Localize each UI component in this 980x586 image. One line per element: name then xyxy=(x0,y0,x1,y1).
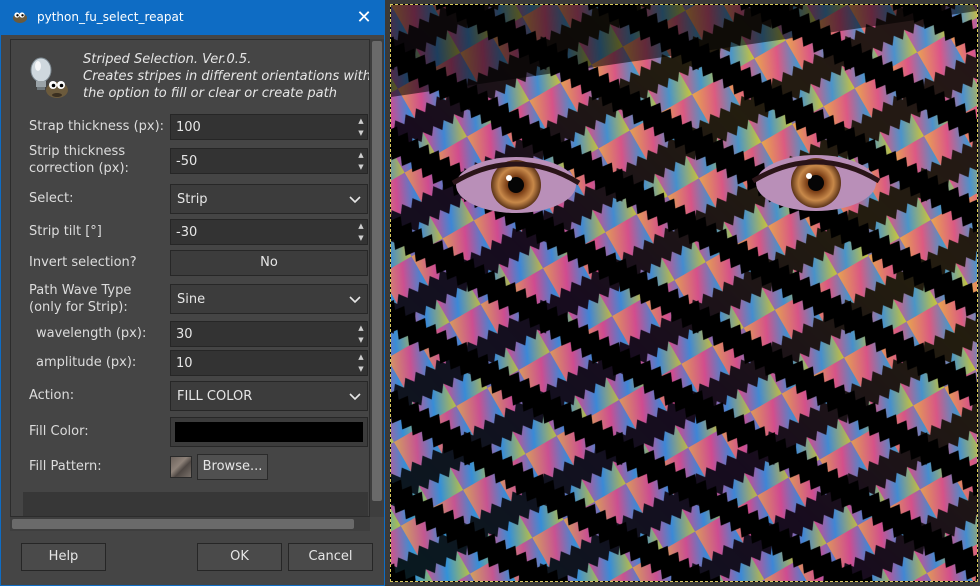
select-dropdown[interactable]: Strip xyxy=(170,184,368,214)
wavelength-value: 30 xyxy=(176,327,193,342)
wave-type-dropdown[interactable]: Sine xyxy=(170,284,368,314)
spin-arrows-icon[interactable]: ▲ ▼ xyxy=(355,149,367,173)
spin-arrows-icon[interactable]: ▲ ▼ xyxy=(355,322,367,346)
fill-pattern-preview[interactable] xyxy=(170,456,192,478)
action-value: FILL COLOR xyxy=(177,389,253,404)
select-value: Strip xyxy=(177,192,208,207)
fill-color-swatch xyxy=(175,422,363,442)
spin-arrows-icon[interactable]: ▲ ▼ xyxy=(355,115,367,139)
cancel-button[interactable]: Cancel xyxy=(288,543,373,571)
vertical-scrollbar[interactable] xyxy=(370,39,384,517)
plugin-description-line-3: the option to fill or clear or create pa… xyxy=(83,86,337,101)
strip-correction-label-2: correction (px): xyxy=(29,161,129,176)
action-label: Action: xyxy=(29,388,75,403)
fill-pattern-label: Fill Pattern: xyxy=(29,459,102,474)
gimp-plugin-icon xyxy=(30,57,68,98)
image-canvas[interactable] xyxy=(390,4,978,582)
wavelength-input[interactable]: 30 ▲ ▼ xyxy=(170,321,368,347)
strap-thickness-input[interactable]: 100 ▲ ▼ xyxy=(170,114,368,140)
canvas-artwork xyxy=(391,5,977,581)
window-title: python_fu_select_reapat xyxy=(37,10,184,24)
plugin-description-line-1: Striped Selection. Ver.0.5. xyxy=(83,52,252,67)
strip-tilt-value: -30 xyxy=(176,225,198,240)
gimp-wilber-icon xyxy=(13,12,27,23)
dialog-content: Striped Selection. Ver.0.5. Creates stri… xyxy=(10,39,370,517)
strip-correction-label-1: Strip thickness xyxy=(29,144,126,159)
spin-arrows-icon[interactable]: ▲ ▼ xyxy=(355,220,367,244)
invert-selection-toggle[interactable]: No xyxy=(170,250,368,276)
help-button[interactable]: Help xyxy=(21,543,106,571)
amplitude-label: amplitude (px): xyxy=(36,355,137,370)
chevron-down-icon xyxy=(349,296,361,304)
amplitude-input[interactable]: 10 ▲ ▼ xyxy=(170,350,368,376)
strap-thickness-value: 100 xyxy=(176,120,201,135)
invert-selection-label: Invert selection? xyxy=(29,255,137,270)
strap-thickness-label: Strap thickness (px): xyxy=(29,119,165,134)
close-icon[interactable]: ✕ xyxy=(344,1,384,35)
scrollbar-thumb[interactable] xyxy=(12,519,354,529)
fill-color-button[interactable] xyxy=(170,417,368,447)
title-bar[interactable]: python_fu_select_reapat ✕ xyxy=(1,1,384,35)
horizontal-scrollbar[interactable] xyxy=(10,517,370,531)
fill-color-label: Fill Color: xyxy=(29,424,89,439)
strip-tilt-label: Strip tilt [°] xyxy=(29,224,102,239)
scrollbar-thumb[interactable] xyxy=(372,41,382,501)
ok-button[interactable]: OK xyxy=(197,543,282,571)
chevron-down-icon xyxy=(349,196,361,204)
spin-arrows-icon[interactable]: ▲ ▼ xyxy=(355,351,367,375)
plugin-description-line-2: Creates stripes in different orientation… xyxy=(83,69,370,84)
progress-bar xyxy=(23,492,368,516)
wave-type-label-2: (only for Strip): xyxy=(29,300,128,315)
strip-correction-input[interactable]: -50 ▲ ▼ xyxy=(170,148,368,174)
wavelength-label: wavelength (px): xyxy=(36,326,147,341)
chevron-down-icon xyxy=(349,393,361,401)
wave-type-value: Sine xyxy=(177,292,206,307)
strip-correction-value: -50 xyxy=(176,154,198,169)
browse-pattern-button[interactable]: Browse... xyxy=(197,454,268,480)
plugin-dialog: python_fu_select_reapat ✕ Striped Select… xyxy=(0,0,385,586)
action-dropdown[interactable]: FILL COLOR xyxy=(170,381,368,411)
wave-type-label-1: Path Wave Type xyxy=(29,283,132,298)
amplitude-value: 10 xyxy=(176,356,193,371)
select-label: Select: xyxy=(29,191,74,206)
strip-tilt-input[interactable]: -30 ▲ ▼ xyxy=(170,219,368,245)
